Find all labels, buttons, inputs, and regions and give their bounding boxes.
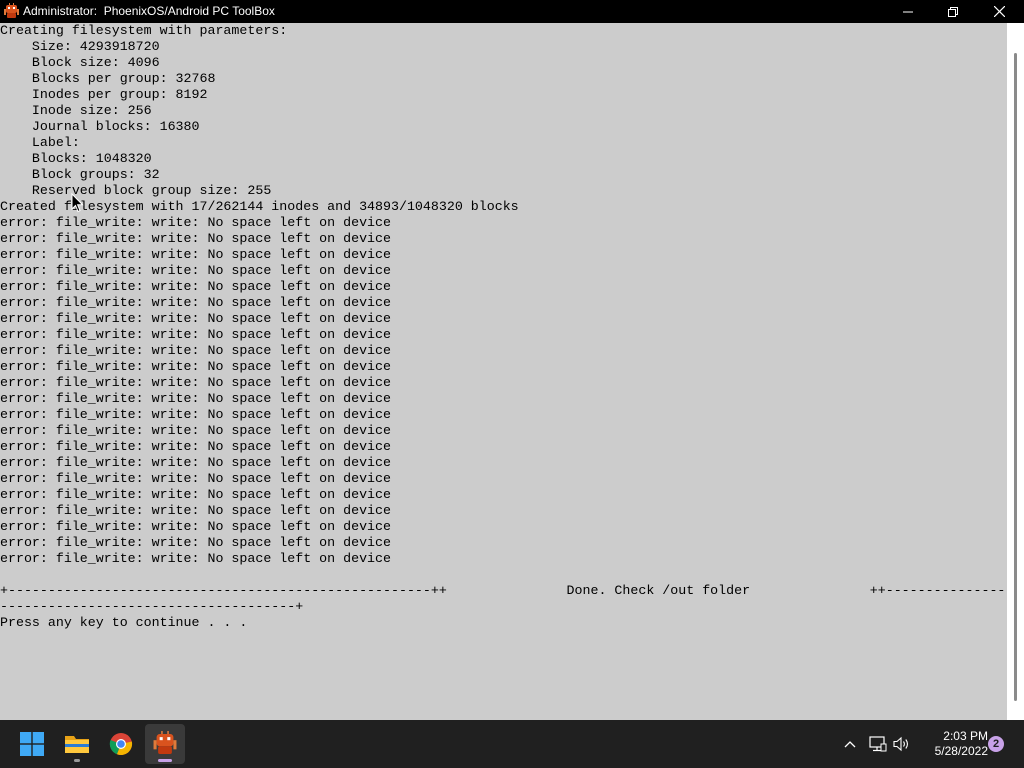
network-icon xyxy=(869,736,887,752)
windows-logo-icon xyxy=(20,732,44,756)
close-icon xyxy=(993,6,1005,17)
clock-date: 5/28/2022 xyxy=(934,744,988,758)
console-line: error: file_write: write: No space left … xyxy=(0,503,391,518)
console-line: error: file_write: write: No space left … xyxy=(0,247,391,262)
phoenixos-robot-icon xyxy=(153,731,177,754)
console-line: Size: 4293918720 xyxy=(0,39,160,54)
running-indicator xyxy=(74,759,80,762)
console-line: Label: xyxy=(0,135,80,150)
phoenixos-toolbox-button[interactable] xyxy=(145,724,185,764)
console-line: Block groups: 32 xyxy=(0,167,160,182)
console-line: error: file_write: write: No space left … xyxy=(0,327,391,342)
console-line: Journal blocks: 16380 xyxy=(0,119,200,134)
volume-icon xyxy=(893,736,908,752)
restore-icon xyxy=(948,6,958,17)
window-title: Administrator: PhoenixOS/Android PC Tool… xyxy=(23,4,275,18)
console-line: Block size: 4096 xyxy=(0,55,160,70)
taskbar xyxy=(0,720,1024,768)
clock-button[interactable]: 2:03 PM 5/28/2022 xyxy=(918,729,988,759)
console-line: error: file_write: write: No space left … xyxy=(0,551,391,566)
console-line: error: file_write: write: No space left … xyxy=(0,487,391,502)
console-text: Creating filesystem with parameters: Siz… xyxy=(0,23,1007,631)
console-output-area[interactable]: Creating filesystem with parameters: Siz… xyxy=(0,23,1007,720)
console-line: Press any key to continue . . . xyxy=(0,615,248,630)
console-line: error: file_write: write: No space left … xyxy=(0,215,391,230)
window-title-bar[interactable]: Administrator: PhoenixOS/Android PC Tool… xyxy=(0,0,1024,23)
minimize-button[interactable] xyxy=(885,0,931,23)
volume-button[interactable] xyxy=(892,734,912,754)
console-line: error: file_write: write: No space left … xyxy=(0,535,391,550)
mouse-pointer-icon xyxy=(71,193,84,213)
console-line: error: file_write: write: No space left … xyxy=(0,407,391,422)
console-line: error: file_write: write: No space left … xyxy=(0,231,391,246)
console-line: error: file_write: write: No space left … xyxy=(0,439,391,454)
console-line: Creating filesystem with parameters: xyxy=(0,23,288,38)
console-line: error: file_write: write: No space left … xyxy=(0,279,391,294)
console-line: +---------------------------------------… xyxy=(0,583,1007,598)
console-line: Reserved block group size: 255 xyxy=(0,183,272,198)
notification-badge[interactable]: 2 xyxy=(988,736,1004,752)
network-button[interactable] xyxy=(868,734,888,754)
show-hidden-icons-button[interactable] xyxy=(840,734,860,754)
maximize-button[interactable] xyxy=(930,0,976,23)
scrollbar-thumb[interactable] xyxy=(1014,53,1017,701)
chrome-button[interactable] xyxy=(101,724,141,764)
console-line: error: file_write: write: No space left … xyxy=(0,423,391,438)
chevron-up-icon xyxy=(844,741,856,748)
console-line: Blocks per group: 32768 xyxy=(0,71,216,86)
console-line: Created filesystem with 17/262144 inodes… xyxy=(0,199,519,214)
phoenixos-robot-icon[interactable] xyxy=(3,3,20,20)
console-line: error: file_write: write: No space left … xyxy=(0,311,391,326)
console-line: error: file_write: write: No space left … xyxy=(0,375,391,390)
console-line: error: file_write: write: No space left … xyxy=(0,455,391,470)
minimize-icon xyxy=(903,11,913,12)
start-button[interactable] xyxy=(12,724,52,764)
console-line: Inode size: 256 xyxy=(0,103,152,118)
console-line: error: file_write: write: No space left … xyxy=(0,359,391,374)
console-line: error: file_write: write: No space left … xyxy=(0,519,391,534)
console-line: error: file_write: write: No space left … xyxy=(0,391,391,406)
vertical-scrollbar[interactable] xyxy=(1007,23,1024,720)
console-line: error: file_write: write: No space left … xyxy=(0,343,391,358)
chrome-icon xyxy=(109,733,133,755)
file-explorer-button[interactable] xyxy=(57,724,97,764)
active-indicator xyxy=(158,759,172,762)
console-line: error: file_write: write: No space left … xyxy=(0,295,391,310)
console-line: Inodes per group: 8192 xyxy=(0,87,208,102)
clock-time: 2:03 PM xyxy=(943,729,988,743)
close-button[interactable] xyxy=(976,0,1022,23)
folder-icon xyxy=(65,736,89,753)
console-line: error: file_write: write: No space left … xyxy=(0,471,391,486)
console-line: -------------------------------------+ xyxy=(0,599,304,614)
console-line: error: file_write: write: No space left … xyxy=(0,263,391,278)
console-line: Blocks: 1048320 xyxy=(0,151,152,166)
